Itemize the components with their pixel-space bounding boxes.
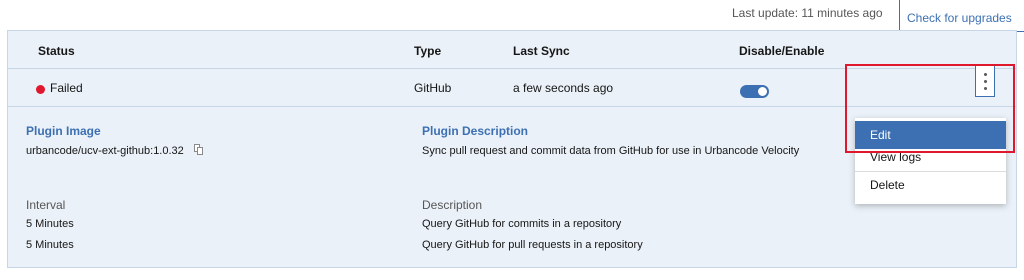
description-label: Description: [422, 198, 483, 212]
menu-item-delete[interactable]: Delete: [855, 171, 1006, 199]
type-text: GitHub: [414, 81, 452, 95]
kebab-dot-icon: [984, 80, 987, 83]
top-bar: Last update: 11 minutes ago Check for up…: [0, 0, 1024, 32]
plugin-image-label: Plugin Image: [26, 124, 101, 138]
enable-toggle[interactable]: [740, 85, 769, 98]
column-header-last-sync[interactable]: Last Sync: [513, 44, 570, 58]
job-description: Query GitHub for pull requests in a repo…: [422, 239, 643, 251]
plugin-description-value: Sync pull request and commit data from G…: [422, 145, 800, 157]
column-header-disable-enable[interactable]: Disable/Enable: [739, 44, 824, 58]
copy-icon[interactable]: [194, 144, 203, 155]
kebab-dot-icon: [984, 73, 987, 76]
menu-item-view-logs[interactable]: View logs: [855, 143, 1006, 171]
interval-label: Interval: [26, 198, 66, 212]
failed-status-icon: [36, 85, 45, 94]
job-interval: 5 Minutes: [26, 218, 74, 230]
overflow-menu: Edit View logs Delete: [855, 118, 1006, 204]
last-sync-text: a few seconds ago: [513, 81, 614, 95]
column-header-type[interactable]: Type: [414, 44, 441, 58]
last-update-text: Last update: 11 minutes ago: [732, 6, 883, 20]
plugin-description-label: Plugin Description: [422, 124, 529, 138]
job-description: Query GitHub for commits in a repository: [422, 218, 622, 230]
table-row[interactable]: Failed GitHub a few seconds ago: [8, 69, 1016, 107]
overflow-menu-button[interactable]: [975, 64, 995, 97]
plugin-image-value: urbancode/ucv-ext-github:1.0.32: [26, 145, 184, 157]
job-interval: 5 Minutes: [26, 239, 74, 251]
toggle-knob: [758, 87, 767, 96]
table-header: Status Type Last Sync Disable/Enable: [8, 31, 1016, 69]
kebab-dot-icon: [984, 87, 987, 90]
column-header-status[interactable]: Status: [38, 44, 75, 58]
status-text: Failed: [50, 81, 83, 95]
check-for-upgrades-button[interactable]: Check for upgrades: [899, 0, 1024, 32]
